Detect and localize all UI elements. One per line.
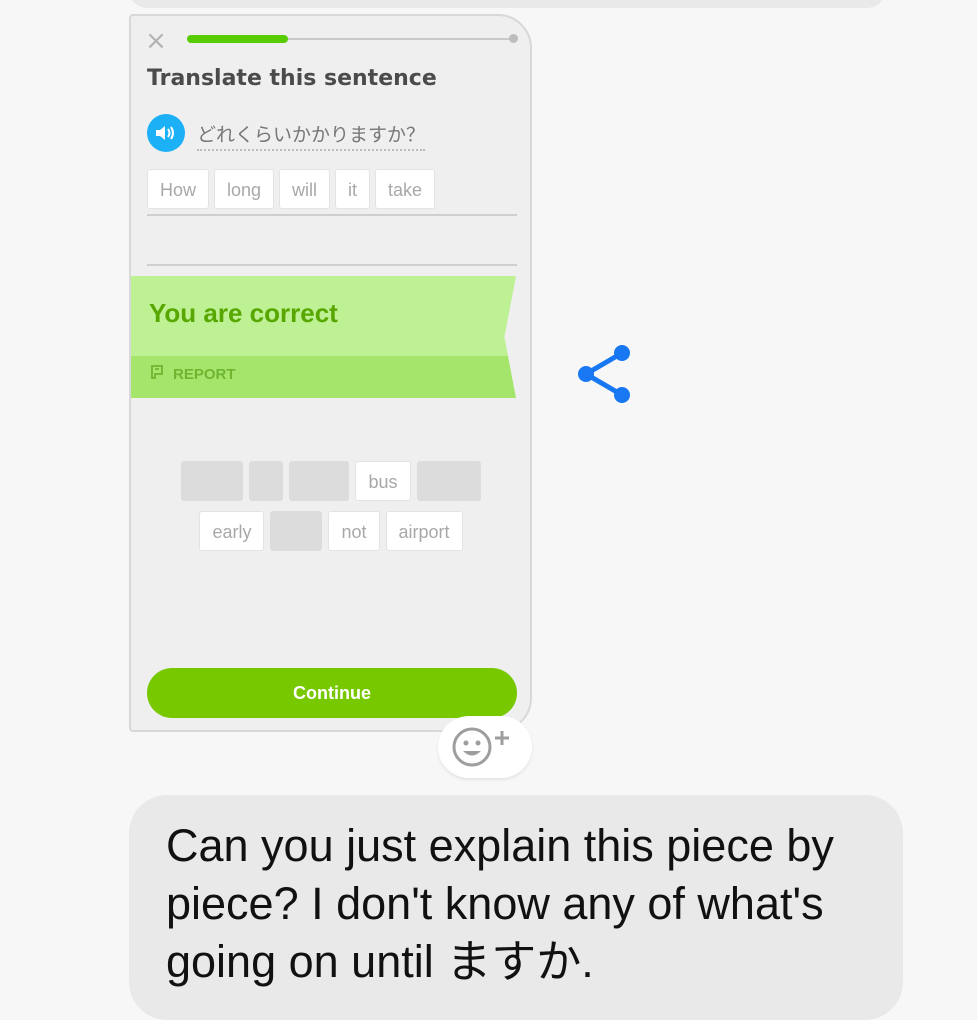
word-bank: bus early not airport (131, 461, 530, 561)
word-bank-blank (270, 511, 323, 551)
report-link: REPORT (149, 364, 236, 384)
correct-banner: You are correct REPORT (131, 276, 516, 398)
word-bank-blank (181, 461, 244, 501)
word-bank-row: early not airport (131, 511, 530, 551)
answer-word: long (214, 169, 275, 209)
answer-line (147, 264, 517, 266)
share-icon (578, 345, 630, 403)
report-label: REPORT (173, 365, 236, 383)
word-bank-chip: not (328, 511, 380, 551)
shared-screenshot[interactable]: × Translate this sentence どれくらいかかりますか？ H… (129, 14, 532, 732)
word-bank-blank (289, 461, 350, 501)
message-text: Can you just explain this piece by piece… (166, 820, 834, 987)
answer-word: it (335, 169, 371, 209)
answer-word: take (375, 169, 436, 209)
word-bank-chip: airport (385, 511, 463, 551)
answer-row: How long will it take (147, 169, 517, 216)
answer-word: How (147, 169, 210, 209)
word-bank-row: bus (131, 461, 530, 501)
result-text: You are correct (149, 298, 338, 328)
word-bank-blank (249, 461, 284, 501)
word-bank-chip: early (199, 511, 265, 551)
progress-end (509, 34, 518, 43)
speaker-icon (147, 114, 185, 152)
progress-bar (187, 34, 518, 43)
continue-button: Continue (147, 668, 517, 718)
progress-fill (187, 35, 289, 43)
answer-word: will (279, 169, 331, 209)
prompt-title: Translate this sentence (147, 66, 437, 91)
word-bank-blank (416, 461, 481, 501)
flag-icon (149, 364, 165, 384)
add-reaction-button[interactable] (438, 716, 532, 778)
message-bubble[interactable]: Can you just explain this piece by piece… (129, 795, 903, 1020)
add-reaction-icon (452, 727, 509, 767)
close-icon: × (145, 26, 167, 56)
japanese-sentence: どれくらいかかりますか？ (197, 120, 426, 151)
word-bank-chip: bus (355, 461, 411, 501)
previous-message-bubble (128, 0, 886, 8)
share-button[interactable] (574, 343, 636, 405)
